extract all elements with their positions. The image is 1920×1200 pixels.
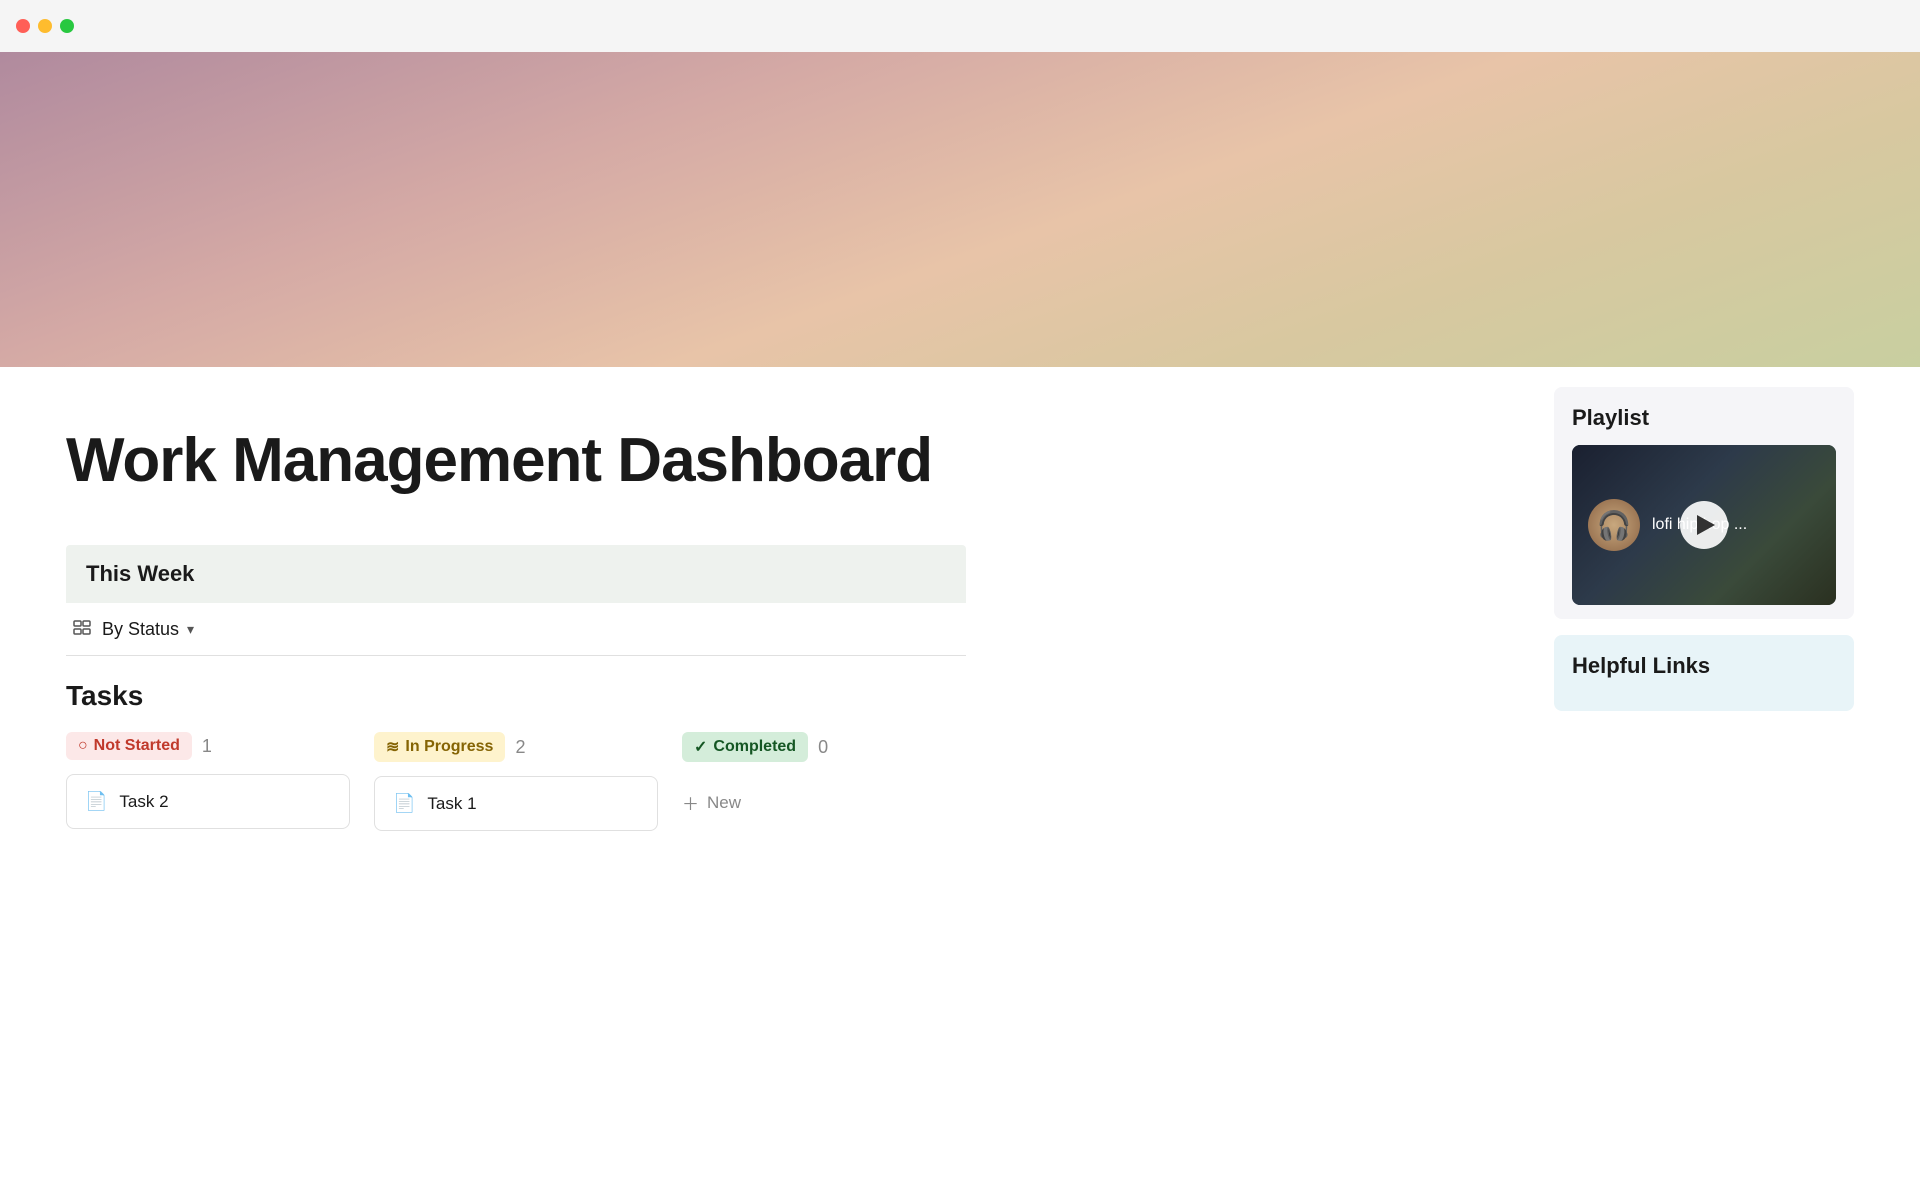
new-label: New xyxy=(707,793,741,813)
task-card[interactable]: 📄 Task 1 xyxy=(374,776,658,831)
left-column: Work Management Dashboard This Week By S… xyxy=(66,367,1554,831)
maximize-button[interactable] xyxy=(60,19,74,33)
kanban-col-completed: ✓ Completed 0 ＋ New xyxy=(682,732,966,831)
plus-icon: ＋ xyxy=(682,790,699,815)
chevron-down-icon: ▾ xyxy=(187,621,194,638)
not-started-count: 1 xyxy=(202,736,212,757)
this-week-label: This Week xyxy=(86,561,194,586)
helpful-links-section: Helpful Links xyxy=(1554,635,1854,711)
kanban-board: ○ Not Started 1 📄 Task 2 ≋ xyxy=(66,732,966,831)
not-started-icon: ○ xyxy=(78,737,88,755)
tasks-heading: Tasks xyxy=(66,656,966,732)
completed-icon: ✓ xyxy=(694,737,707,757)
in-progress-label: In Progress xyxy=(405,738,493,756)
playlist-title: Playlist xyxy=(1572,405,1836,431)
kanban-col-in-progress: ≋ In Progress 2 📄 Task 1 xyxy=(374,732,682,831)
video-thumbnail[interactable]: 🎧 lofi hip hop ... xyxy=(1572,445,1836,605)
not-started-label: Not Started xyxy=(94,737,180,755)
this-week-section: This Week By Status ▾ Tasks xyxy=(66,545,966,831)
minimize-button[interactable] xyxy=(38,19,52,33)
status-badge-completed: ✓ Completed xyxy=(682,732,808,762)
page-title: Work Management Dashboard xyxy=(66,427,1494,495)
right-column: Playlist 🎧 lofi hip hop ... Helpful Link… xyxy=(1554,367,1854,831)
task-name: Task 2 xyxy=(119,792,168,812)
titlebar xyxy=(0,0,1920,52)
status-header-not-started: ○ Not Started 1 xyxy=(66,732,350,760)
in-progress-count: 2 xyxy=(515,737,525,758)
task-name: Task 1 xyxy=(427,794,476,814)
kanban-col-not-started: ○ Not Started 1 📄 Task 2 xyxy=(66,732,374,831)
status-badge-in-progress: ≋ In Progress xyxy=(374,732,505,762)
main-content: Work Management Dashboard This Week By S… xyxy=(0,367,1920,831)
avatar-emoji: 🎧 xyxy=(1597,509,1632,542)
status-header-completed: ✓ Completed 0 xyxy=(682,732,966,762)
completed-count: 0 xyxy=(818,737,828,758)
completed-label: Completed xyxy=(713,738,796,756)
filter-bar[interactable]: By Status ▾ xyxy=(66,603,966,656)
new-task-button[interactable]: ＋ New xyxy=(682,776,741,829)
board-icon xyxy=(70,617,94,641)
helpful-links-title: Helpful Links xyxy=(1572,653,1836,679)
playlist-section: Playlist 🎧 lofi hip hop ... xyxy=(1554,387,1854,619)
task-card[interactable]: 📄 Task 2 xyxy=(66,774,350,829)
this-week-header: This Week xyxy=(66,545,966,603)
play-button[interactable] xyxy=(1680,501,1728,549)
hero-banner xyxy=(0,52,1920,367)
doc-icon: 📄 xyxy=(85,791,107,812)
close-button[interactable] xyxy=(16,19,30,33)
video-avatar: 🎧 xyxy=(1588,499,1640,551)
status-header-in-progress: ≋ In Progress 2 xyxy=(374,732,658,762)
doc-icon: 📄 xyxy=(393,793,415,814)
status-badge-not-started: ○ Not Started xyxy=(66,732,192,760)
filter-label: By Status xyxy=(102,619,179,640)
in-progress-icon: ≋ xyxy=(386,737,399,757)
